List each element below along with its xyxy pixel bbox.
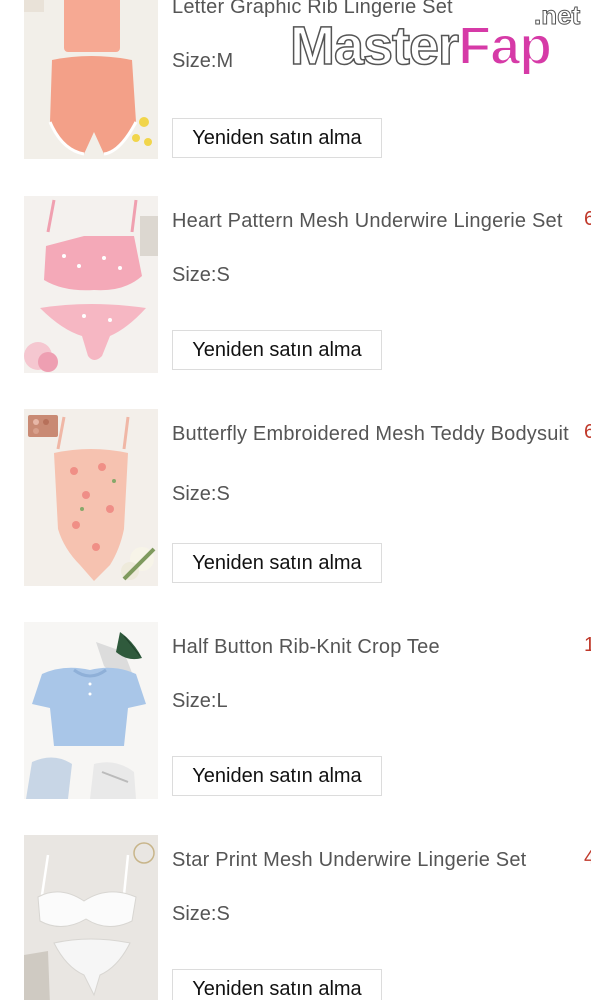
- white-lace-lingerie-photo-icon: [24, 835, 158, 1000]
- rebuy-button[interactable]: Yeniden satın alma: [172, 118, 382, 158]
- product-title[interactable]: Butterfly Embroidered Mesh Teddy Bodysui…: [172, 421, 582, 447]
- product-price: 6: [584, 208, 591, 230]
- product-price: 4: [584, 847, 591, 869]
- pink-mesh-lingerie-photo-icon: [24, 196, 158, 373]
- product-title[interactable]: Star Print Mesh Underwire Lingerie Set: [172, 847, 584, 873]
- order-history-page: Letter Graphic Rib Lingerie Set Size:M Y…: [0, 0, 591, 1000]
- pink-lingerie-set-photo-icon: [24, 0, 158, 159]
- rebuy-button[interactable]: Yeniden satın alma: [172, 756, 382, 796]
- order-item: Heart Pattern Mesh Underwire Lingerie Se…: [0, 196, 591, 409]
- product-price: 6: [584, 421, 591, 443]
- order-item: Letter Graphic Rib Lingerie Set Size:M Y…: [0, 0, 591, 195]
- product-size: Size:S: [172, 903, 230, 925]
- product-title[interactable]: Heart Pattern Mesh Underwire Lingerie Se…: [172, 208, 584, 234]
- order-item: Butterfly Embroidered Mesh Teddy Bodysui…: [0, 409, 591, 622]
- product-size: Size:L: [172, 690, 228, 712]
- floral-bodysuit-photo-icon: [24, 409, 158, 586]
- product-title[interactable]: Letter Graphic Rib Lingerie Set: [172, 0, 584, 20]
- rebuy-button[interactable]: Yeniden satın alma: [172, 330, 382, 370]
- product-thumbnail[interactable]: [24, 835, 158, 1000]
- product-title[interactable]: Half Button Rib-Knit Crop Tee: [172, 634, 584, 660]
- rebuy-button[interactable]: Yeniden satın alma: [172, 543, 382, 583]
- rebuy-button[interactable]: Yeniden satın alma: [172, 969, 382, 1000]
- product-thumbnail[interactable]: [24, 409, 158, 586]
- order-item: Star Print Mesh Underwire Lingerie Set 4…: [0, 835, 591, 1000]
- product-size: Size:S: [172, 483, 230, 505]
- product-size: Size:M: [172, 50, 234, 72]
- product-thumbnail[interactable]: [24, 0, 158, 159]
- blue-crop-tee-photo-icon: [24, 622, 158, 799]
- product-thumbnail[interactable]: [24, 196, 158, 373]
- product-size: Size:S: [172, 264, 230, 286]
- product-price: 1: [584, 634, 591, 656]
- product-thumbnail[interactable]: [24, 622, 158, 799]
- order-item: Half Button Rib-Knit Crop Tee 1 Size:L Y…: [0, 622, 591, 835]
